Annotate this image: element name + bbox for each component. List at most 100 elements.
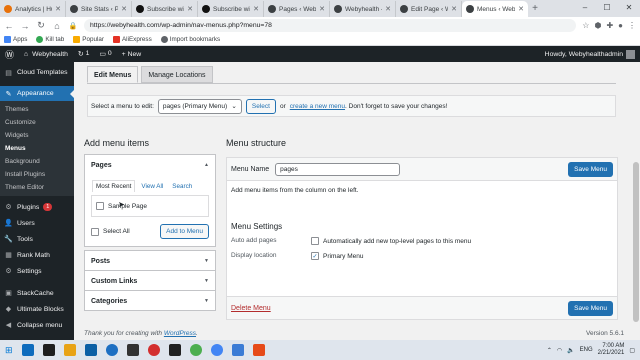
new-content-link[interactable]: + New <box>122 51 142 58</box>
maximize-button[interactable]: ☐ <box>596 0 618 17</box>
panel-header[interactable]: Custom Links ▼ <box>85 271 215 291</box>
tab-most-recent[interactable]: Most Recent <box>92 180 136 192</box>
word-icon[interactable] <box>84 344 97 356</box>
close-tab-icon[interactable]: ✕ <box>121 5 127 13</box>
sidebar-item-tools[interactable]: 🔧 Tools <box>0 231 74 247</box>
browser-tab[interactable]: Subscribe wi ✕ <box>198 1 264 17</box>
submenu-customize[interactable]: Customize <box>0 116 74 129</box>
browser-tab[interactable]: Site Stats ‹ Pe✕ <box>66 1 132 17</box>
extension-icon[interactable]: ⬢ <box>594 21 601 30</box>
close-tab-icon[interactable]: ✕ <box>187 5 193 13</box>
close-tab-icon[interactable]: ✕ <box>451 5 457 13</box>
add-to-menu-button[interactable]: Add to Menu <box>160 224 209 239</box>
menu-name-input[interactable]: pages <box>275 162 401 176</box>
select-button[interactable]: Select <box>245 98 276 114</box>
submenu-background[interactable]: Background <box>0 155 74 168</box>
sidebar-item-appearance[interactable]: ✎ Appearance <box>0 86 74 101</box>
home-icon[interactable]: ⌂ <box>52 21 62 31</box>
close-tab-icon[interactable]: ✕ <box>253 5 259 13</box>
wordpress-logo-icon[interactable]: Ⓦ <box>5 48 14 61</box>
sidebar-item-plugins[interactable]: ⚙ Plugins 1 <box>0 199 74 215</box>
panel-header[interactable]: Categories ▼ <box>85 291 215 311</box>
sidebar-item-ultimate-blocks[interactable]: ◆ Ultimate Blocks <box>0 301 74 317</box>
tab-manage-locations[interactable]: Manage Locations <box>141 66 213 83</box>
browser-tab[interactable]: Analytics | Hu ✕ <box>0 1 66 17</box>
app-icon[interactable] <box>126 344 139 356</box>
browser-tab[interactable]: Webyhealth – ✕ <box>330 1 396 17</box>
panel-header[interactable]: Posts ▼ <box>85 251 215 271</box>
terminal-icon[interactable] <box>42 344 55 356</box>
menu-select-dropdown[interactable]: pages (Primary Menu) ⌄ <box>157 98 242 114</box>
browser-tab[interactable]: Subscribe wi ✕ <box>132 1 198 17</box>
close-tab-icon[interactable]: ✕ <box>319 5 325 13</box>
bookmark-popular[interactable]: Popular <box>73 36 104 43</box>
chrome-icon[interactable] <box>210 344 223 356</box>
site-name-link[interactable]: ⌂ Webyhealth <box>24 51 68 58</box>
bookmark-kill-tab[interactable]: Kill tab <box>36 36 64 43</box>
opera-icon[interactable] <box>147 344 160 356</box>
select-all-control[interactable]: Select All <box>91 227 130 236</box>
new-tab-button[interactable]: + <box>528 1 542 17</box>
file-explorer-icon[interactable] <box>63 344 76 356</box>
submenu-widgets[interactable]: Widgets <box>0 129 74 142</box>
close-tab-icon[interactable]: ✕ <box>385 5 391 13</box>
panel-custom-links[interactable]: Custom Links ▼ <box>84 270 216 291</box>
android-icon[interactable] <box>189 344 202 356</box>
sidebar-item-settings[interactable]: ⚙ Settings <box>0 263 74 279</box>
wifi-icon[interactable]: ◠ <box>557 347 562 354</box>
kebab-menu-icon[interactable]: ⋮ <box>628 21 636 30</box>
sidebar-item-stackcache[interactable]: ▣ StackCache <box>0 285 74 301</box>
auto-add-control[interactable]: Automatically add new top-level pages to… <box>311 237 471 245</box>
close-tab-icon[interactable]: ✕ <box>55 5 61 13</box>
close-window-button[interactable]: ✕ <box>618 0 640 17</box>
bookmark-import[interactable]: Import bookmarks <box>160 36 220 43</box>
star-icon[interactable]: ☆ <box>582 21 589 30</box>
address-bar[interactable]: https://webyhealth.com/wp-admin/nav-menu… <box>84 19 577 32</box>
chrome-active-icon[interactable] <box>231 344 244 356</box>
sidebar-item-collapse-menu[interactable]: ◀ Collapse menu <box>0 317 74 333</box>
account-menu[interactable]: Howdy, Webyhealthadmin <box>545 49 635 59</box>
sidebar-item-users[interactable]: 👤 Users <box>0 215 74 231</box>
bookmark-apps[interactable]: Apps <box>4 36 27 43</box>
notification-icon[interactable]: ▢ <box>629 347 635 354</box>
save-menu-button-top[interactable]: Save Menu <box>568 161 613 177</box>
panel-posts[interactable]: Posts ▼ <box>84 250 216 271</box>
reload-icon[interactable]: ↻ <box>36 20 46 31</box>
photos-icon[interactable] <box>252 344 265 356</box>
sidebar-item-rank-math[interactable]: ▦ Rank Math <box>0 247 74 263</box>
select-all-checkbox[interactable] <box>91 227 99 236</box>
tab-edit-menus[interactable]: Edit Menus <box>87 66 139 83</box>
speaker-icon[interactable]: 🔈 <box>567 347 574 354</box>
submenu-themes[interactable]: Themes <box>0 103 74 116</box>
windows-start-icon[interactable]: ⊞ <box>5 345 13 356</box>
panel-categories[interactable]: Categories ▼ <box>84 290 216 311</box>
browser-tab[interactable]: Menus ‹ Web ✕ <box>462 1 528 17</box>
browser-tab[interactable]: Pages ‹ Web ✕ <box>264 1 330 17</box>
close-tab-icon[interactable]: ✕ <box>518 5 524 13</box>
browser-tab[interactable]: Edit Page ‹ Wey✕ <box>396 1 462 17</box>
tab-view-all[interactable]: View All <box>141 183 163 192</box>
edge-icon[interactable] <box>21 344 34 356</box>
updates-link[interactable]: ↻ 1 <box>78 50 89 58</box>
submenu-theme-editor[interactable]: Theme Editor <box>0 181 74 194</box>
delete-menu-link[interactable]: Delete Menu <box>231 305 271 312</box>
submenu-install-plugins[interactable]: Install Plugins <box>0 168 74 181</box>
wordpress-link[interactable]: WordPress <box>164 330 196 337</box>
primary-menu-control[interactable]: ✓ Primary Menu <box>311 252 363 260</box>
avatar[interactable]: ● <box>618 21 623 30</box>
primary-menu-checkbox[interactable]: ✓ <box>311 252 319 260</box>
back-icon[interactable]: ← <box>4 21 14 31</box>
puzzle-icon[interactable]: ✚ <box>606 21 613 30</box>
bookmark-aliexpress[interactable]: AliExpress <box>112 36 152 43</box>
comments-link[interactable]: ▭ 0 <box>99 50 111 58</box>
skype-icon[interactable] <box>105 344 118 356</box>
media-icon[interactable] <box>168 344 181 356</box>
page-scrollbar[interactable] <box>632 62 640 340</box>
forward-icon[interactable]: → <box>20 21 30 31</box>
auto-add-checkbox[interactable] <box>311 237 319 245</box>
sidebar-item-cloud-templates[interactable]: ▤ Cloud Templates <box>0 65 74 80</box>
tab-search[interactable]: Search <box>172 183 192 192</box>
language-indicator[interactable]: ENG <box>580 347 593 353</box>
submenu-menus[interactable]: Menus <box>0 142 74 155</box>
sample-page-checkbox[interactable] <box>96 202 104 210</box>
